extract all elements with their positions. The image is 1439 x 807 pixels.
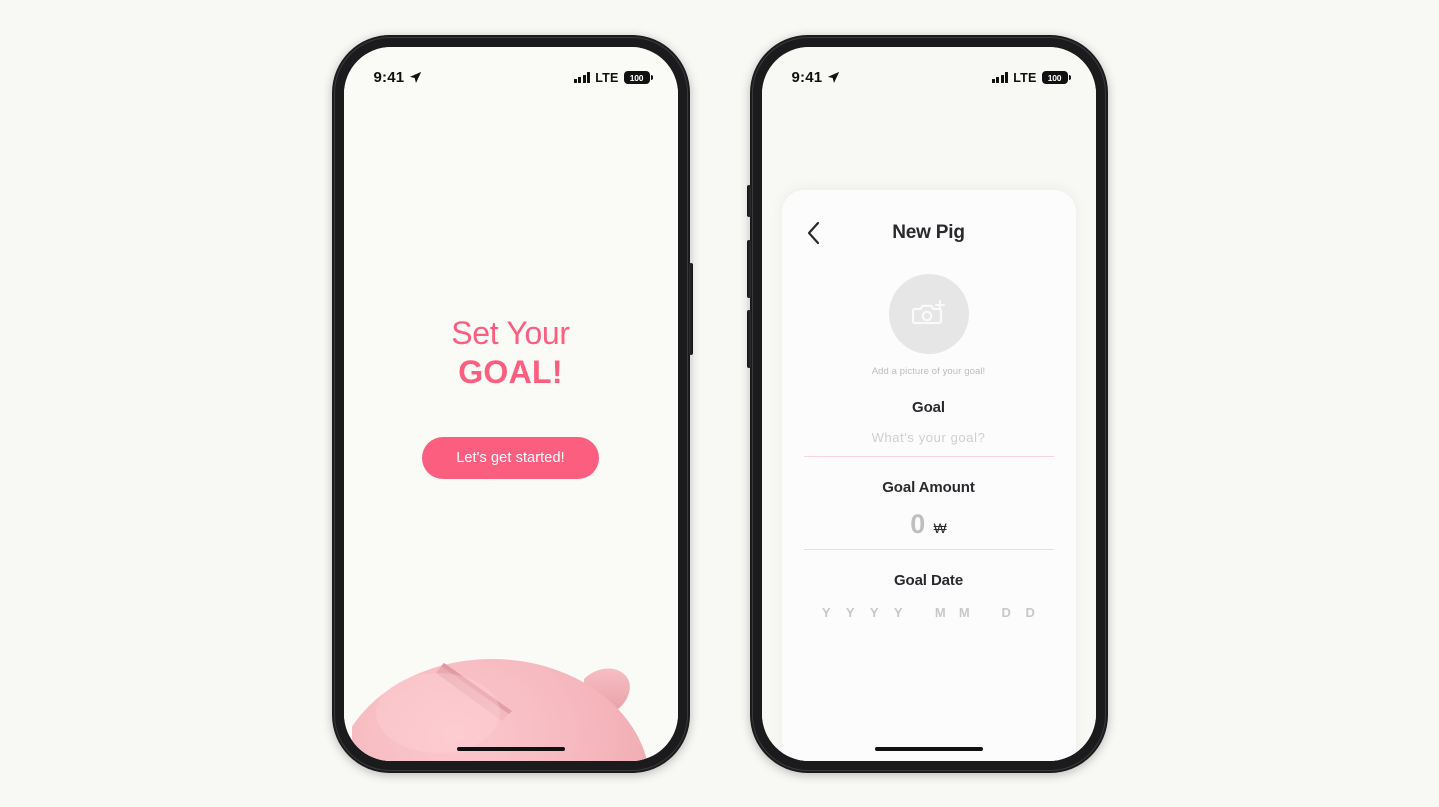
status-bar: 9:41 LTE 100 xyxy=(762,47,1096,95)
phone-device-two: 9:41 LTE 100 New Pig Add a picture of yo… xyxy=(746,34,1108,773)
field-goal-date: Goal Date Y Y Y Y M M D D xyxy=(804,572,1054,620)
location-arrow-icon xyxy=(828,71,840,84)
date-slot-year-3[interactable]: Y xyxy=(863,605,887,620)
network-label: LTE xyxy=(595,70,619,85)
volume-down-button[interactable] xyxy=(746,309,751,368)
battery-icon: 100 xyxy=(623,71,653,84)
field-goal-amount: Goal Amount 0 ₩ xyxy=(803,478,1054,550)
network-label: LTE xyxy=(1013,70,1037,85)
field-goal-underline xyxy=(803,429,1054,457)
cellular-signal-icon xyxy=(991,72,1009,83)
field-goal-label: Goal xyxy=(912,398,945,416)
status-bar: 9:41 LTE 100 xyxy=(344,47,678,95)
phone-device-one: 9:41 LTE 100 Set Your GOAL! Let's get st… xyxy=(331,34,693,773)
date-year-group: Y Y Y Y xyxy=(815,605,911,620)
status-bar-right: LTE 100 xyxy=(573,70,653,85)
cellular-signal-icon xyxy=(573,72,591,83)
get-started-button[interactable]: Let's get started! xyxy=(422,436,599,479)
date-slot-year-2[interactable]: Y xyxy=(839,605,863,620)
location-arrow-icon xyxy=(410,71,422,84)
status-bar-left: 9:41 xyxy=(374,69,423,86)
date-slot-month-2[interactable]: M xyxy=(953,605,977,620)
add-photo-caption: Add a picture of your goal! xyxy=(871,365,986,377)
headline-line-one: Set Your xyxy=(451,314,570,351)
date-slot-year-4[interactable]: Y xyxy=(887,605,911,620)
goal-amount-value: 0 xyxy=(910,508,926,539)
date-slot-day-1[interactable]: D xyxy=(995,605,1019,620)
battery-icon: 100 xyxy=(1041,71,1071,84)
screen-set-your-goal: 9:41 LTE 100 Set Your GOAL! Let's get st… xyxy=(343,46,678,761)
field-goal: Goal xyxy=(803,398,1054,457)
battery-level-label: 100 xyxy=(1047,72,1062,83)
silent-switch[interactable] xyxy=(746,184,751,217)
phone-mockup-stage: 9:41 LTE 100 Set Your GOAL! Let's get st… xyxy=(0,0,1439,807)
field-goal-amount-label: Goal Amount xyxy=(882,478,975,496)
field-goal-amount-underline: 0 ₩ xyxy=(803,509,1054,550)
screen-new-pig: 9:41 LTE 100 New Pig Add a picture of yo… xyxy=(761,46,1096,761)
date-day-group: D D xyxy=(995,605,1043,620)
goal-screen-body: 9:41 LTE 100 Set Your GOAL! Let's get st… xyxy=(343,46,678,761)
status-bar-right: LTE 100 xyxy=(991,70,1071,85)
home-indicator xyxy=(456,746,565,751)
goal-photo-section: Add a picture of your goal! xyxy=(804,273,1054,377)
date-slot-day-2[interactable]: D xyxy=(1019,605,1043,620)
new-pig-screen-body: 9:41 LTE 100 New Pig Add a picture of yo… xyxy=(761,46,1096,761)
camera-plus-icon xyxy=(911,299,945,324)
new-pig-sheet: New Pig Add a picture of your goal! Goal… xyxy=(781,189,1076,761)
status-time: 9:41 xyxy=(791,69,823,86)
goal-hero: Set Your GOAL! Let's get started! xyxy=(344,315,678,479)
add-photo-button[interactable] xyxy=(888,273,969,354)
page-title: New Pig xyxy=(892,221,965,243)
back-chevron-icon[interactable] xyxy=(806,221,821,245)
goal-amount-row[interactable]: 0 ₩ xyxy=(804,509,1054,540)
date-month-group: M M xyxy=(929,605,977,620)
status-time: 9:41 xyxy=(373,69,405,86)
sheet-header: New Pig xyxy=(804,216,1054,250)
volume-up-button[interactable] xyxy=(746,239,751,298)
piggy-bank-illustration xyxy=(351,658,647,761)
date-slot-month-1[interactable]: M xyxy=(929,605,953,620)
currency-symbol: ₩ xyxy=(933,519,947,536)
power-button[interactable] xyxy=(688,262,693,355)
battery-level-label: 100 xyxy=(629,72,644,83)
headline-line-two: GOAL! xyxy=(458,353,563,390)
goal-date-slots: Y Y Y Y M M D D xyxy=(804,605,1054,620)
date-slot-year-1[interactable]: Y xyxy=(815,605,839,620)
goal-input[interactable] xyxy=(803,429,1054,445)
home-indicator xyxy=(874,746,983,751)
status-bar-left: 9:41 xyxy=(792,69,841,86)
field-goal-date-label: Goal Date xyxy=(893,571,964,589)
